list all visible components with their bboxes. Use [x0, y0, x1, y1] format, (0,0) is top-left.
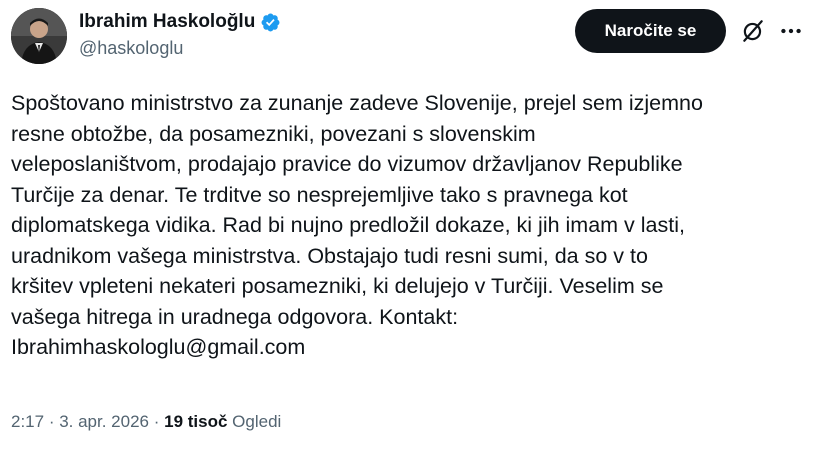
- views-label: Ogledi: [232, 412, 282, 431]
- tweet-date: 3. apr. 2026: [59, 412, 150, 431]
- verified-badge-icon[interactable]: [260, 12, 281, 33]
- meta-separator: ·: [44, 412, 60, 431]
- author-handle[interactable]: @haskologlu: [79, 37, 183, 59]
- author-display-name[interactable]: Ibrahim Haskoloğlu: [79, 11, 255, 33]
- tweet-text-line: Ibrahimhaskologlu@gmail.com: [11, 335, 306, 359]
- tweet-meta: 2:17 · 3. apr. 2026 · 19 tisoč Ogledi: [11, 410, 281, 434]
- tweet-text-line: kršitev vpleteni nekateri posamezniki, k…: [11, 274, 664, 298]
- meta-separator: ·: [149, 412, 165, 431]
- tweet-time: 2:17: [11, 412, 45, 431]
- tweet-text-line: vašega hitrega in uradnega odgovora. Kon…: [11, 304, 459, 329]
- author-name-row: Ibrahim Haskoloğlu: [79, 11, 281, 33]
- more-dots-icon[interactable]: [778, 20, 804, 42]
- avatar[interactable]: [11, 8, 67, 64]
- grok-icon[interactable]: [740, 18, 766, 44]
- views-count[interactable]: 19 tisoč: [164, 412, 227, 431]
- follow-button[interactable]: Naročite se: [575, 9, 726, 53]
- avatar-photo: [11, 8, 67, 64]
- tweet-text-line: Turčije za denar. Te trditve so nespreje…: [11, 182, 628, 207]
- tweet-text-line: diplomatskega vidika. Rad bi nujno predl…: [11, 213, 685, 237]
- tweet-text-line: uradnikom vašega ministrstva. Obstajajo …: [11, 243, 648, 268]
- tweet-text-line: veleposlaništvom, prodajajo pravice do v…: [11, 152, 683, 176]
- tweet-text: Spoštovano ministrstvo za zunanje zadeve…: [11, 88, 823, 363]
- tweet-text-line: Spoštovano ministrstvo za zunanje zadeve…: [11, 91, 703, 115]
- tweet-time-link[interactable]: 2:17 · 3. apr. 2026: [11, 412, 149, 431]
- tweet-text-line: resne obtožbe, da posamezniki, povezani …: [11, 121, 536, 146]
